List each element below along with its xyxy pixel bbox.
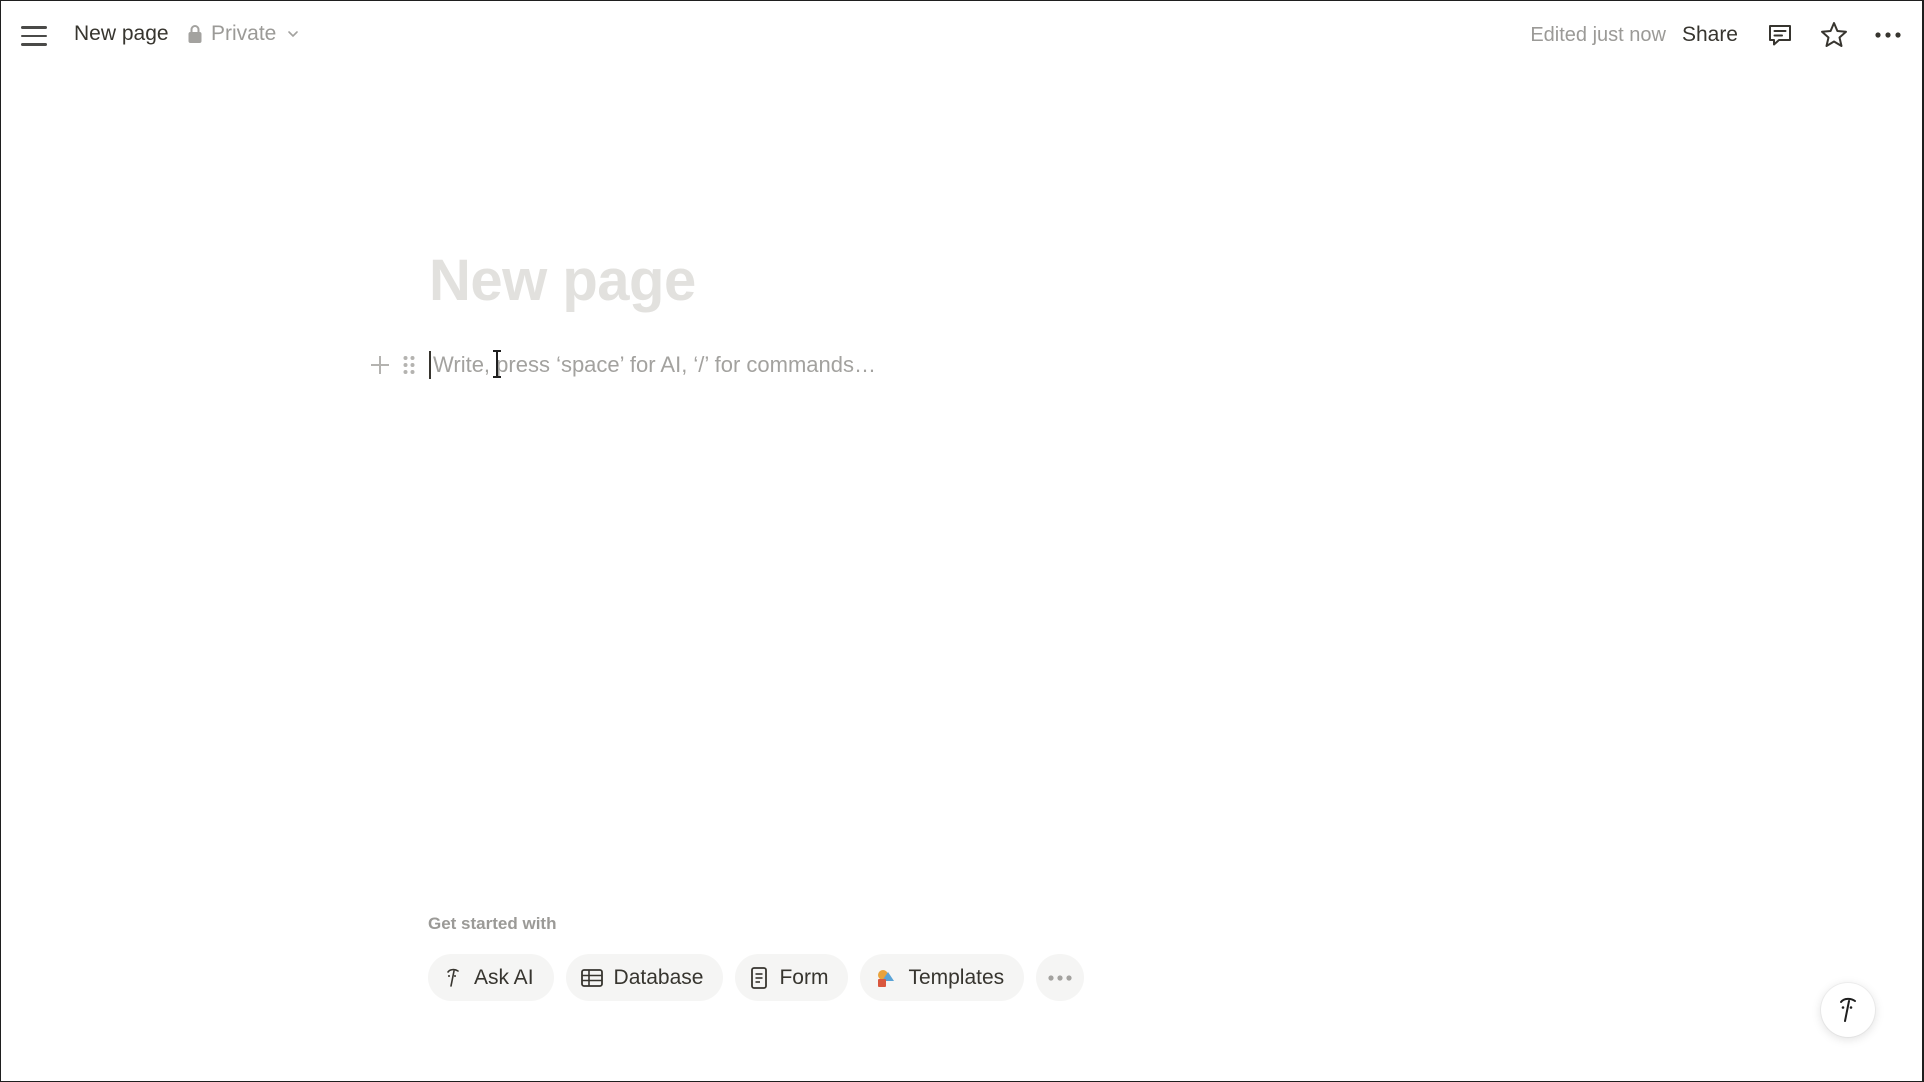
lock-icon: [188, 25, 202, 43]
form-label: Form: [779, 965, 829, 989]
ai-face-icon: [1840, 997, 1856, 1022]
ask-ai-button[interactable]: Ask AI: [428, 954, 554, 1001]
more-options-button[interactable]: [1036, 954, 1085, 1001]
database-button[interactable]: Database: [565, 954, 724, 1001]
drag-handle-icon[interactable]: [399, 352, 419, 378]
templates-button[interactable]: Templates: [860, 954, 1025, 1001]
edited-status: Edited just now: [1530, 23, 1666, 46]
privacy-label: Private: [211, 22, 277, 45]
ai-face-icon: [447, 968, 459, 987]
more-horizontal-icon: [1048, 974, 1072, 981]
table-icon: [580, 968, 603, 987]
comment-icon[interactable]: [1764, 19, 1796, 51]
get-started-heading: Get started with: [428, 914, 557, 933]
database-label: Database: [613, 965, 704, 989]
editor-block[interactable]: [429, 347, 1229, 383]
menu-icon[interactable]: [21, 21, 55, 51]
form-icon: [751, 966, 768, 989]
page-title[interactable]: New page: [429, 247, 696, 314]
more-horizontal-icon[interactable]: [1872, 19, 1904, 51]
shapes-icon: [878, 969, 895, 987]
form-button[interactable]: Form: [735, 954, 849, 1001]
chevron-down-icon: [288, 31, 299, 38]
editor-input[interactable]: [433, 352, 1193, 378]
ask-ai-label: Ask AI: [474, 965, 534, 989]
app-window: New page Private Edited just now Share N…: [0, 0, 1924, 1082]
add-block-icon[interactable]: [367, 352, 393, 378]
privacy-dropdown[interactable]: Private: [187, 22, 300, 46]
text-caret: [429, 351, 431, 379]
breadcrumb-page-title[interactable]: New page: [74, 22, 169, 46]
top-bar: New page Private Edited just now Share: [1, 1, 1922, 69]
share-button[interactable]: Share: [1682, 23, 1738, 47]
get-started-chips: Ask AI Database Form Templates: [428, 954, 1085, 1001]
ai-assistant-button[interactable]: [1821, 983, 1875, 1037]
star-icon[interactable]: [1818, 19, 1850, 51]
templates-label: Templates: [908, 965, 1005, 989]
topbar-actions: Edited just now Share: [1530, 15, 1904, 55]
block-handles: [367, 347, 419, 383]
